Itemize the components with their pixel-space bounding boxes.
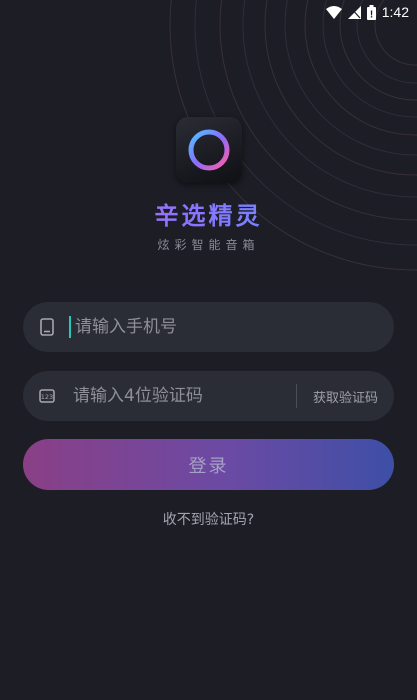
app-title: 辛选精灵 [0,196,417,231]
text-caret [69,316,71,338]
code-field[interactable]: 123 获取验证码 [23,371,394,421]
battery-icon: ! [366,4,376,20]
get-code-button[interactable]: 获取验证码 [297,387,394,406]
phone-input[interactable] [73,306,394,348]
status-time: 1:42 [381,4,409,20]
login-button[interactable]: 登录 [23,439,394,490]
svg-text:123: 123 [41,393,53,401]
phone-icon [37,317,57,337]
app-subtitle: 炫彩智能音箱 [157,238,260,252]
status-bar: ! 1:42 [0,0,417,24]
keypad-icon: 123 [37,386,57,406]
signal-icon [347,5,361,19]
code-input[interactable] [71,375,296,417]
wifi-icon [325,5,342,19]
no-code-link[interactable]: 收不到验证码? [0,509,417,529]
login-screen: ! 1:42 辛选精灵 炫彩智能音箱 请输入手机号 123 请输入4位验证码 获… [0,0,417,700]
phone-field[interactable] [23,302,394,352]
battery-alert-text: ! [370,9,373,20]
app-logo-icon [176,117,242,183]
